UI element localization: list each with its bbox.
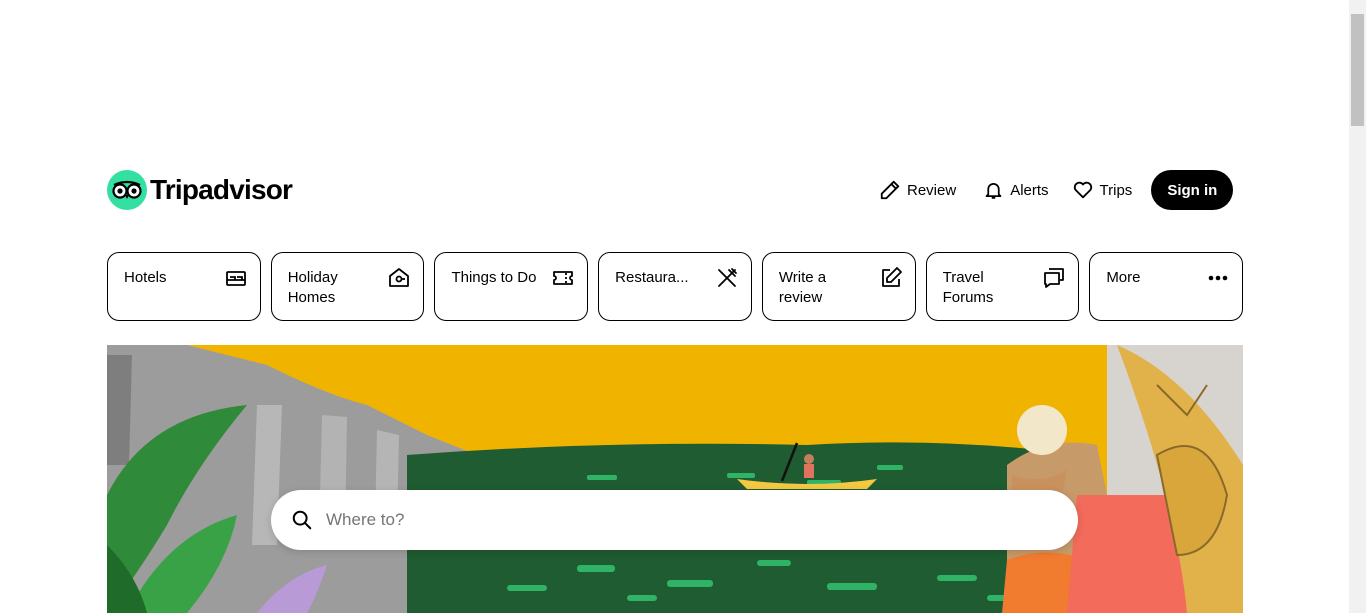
category-label: Holiday Homes [287,269,338,306]
category-label: Write a review [778,269,827,306]
category-holiday-homes[interactable]: Holiday Homes [270,252,425,321]
alerts-link[interactable]: Alerts [983,170,1049,210]
pencil-icon [880,180,900,200]
category-things-to-do[interactable]: Things to Do [434,252,589,321]
hero-scene [107,345,1243,613]
logo-wordmark: Tripadvisor [150,174,293,205]
category-label: Travel Forums [942,269,994,306]
hero-illustration [107,345,1243,613]
review-link[interactable]: Review [879,170,956,210]
edit-icon [881,267,902,287]
category-label: Restaura... [615,269,689,286]
owl-logo-icon [107,170,147,210]
category-write-review[interactable]: Write a review [761,252,916,321]
alerts-label: Alerts [1010,181,1049,199]
category-nav: Hotels Holiday Homes Things to Do Restau… [107,252,1244,321]
category-more[interactable]: More [1089,252,1244,321]
category-restaurants[interactable]: Restaura... [598,252,752,321]
search-input[interactable] [324,509,1028,531]
trips-link[interactable]: Trips [1072,170,1133,210]
logo[interactable]: Tripadvisor [107,170,293,210]
category-hotels[interactable]: Hotels [107,252,261,321]
scrollbar[interactable] [1349,0,1366,613]
trips-label: Trips [1099,181,1133,199]
bed-icon [225,271,246,286]
category-label: Hotels [124,269,167,286]
sign-in-button[interactable]: Sign in [1151,170,1234,210]
header-nav: Review Alerts Trips Sign in [879,170,1234,210]
scrollbar-thumb[interactable] [1351,14,1364,126]
heart-icon [1073,181,1092,199]
ticket-icon [553,271,574,285]
category-travel-forums[interactable]: Travel Forums [925,252,1080,321]
search-icon [292,510,312,530]
holiday-home-icon [389,268,410,287]
category-label: Things to Do [451,269,537,286]
category-label: More [1106,269,1141,286]
more-dots-icon [1208,275,1228,281]
review-label: Review [907,181,957,199]
fork-knife-icon [717,268,737,287]
forum-icon [1044,268,1065,288]
bell-icon [985,183,1002,199]
search-bar[interactable] [271,490,1078,550]
